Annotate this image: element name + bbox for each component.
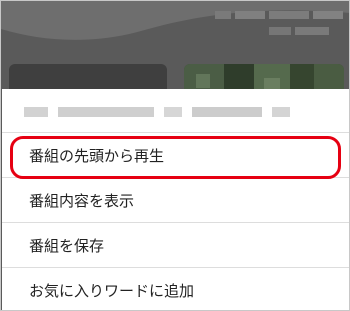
menu-item-label: 番組を保存 bbox=[29, 237, 105, 255]
menu-item-label: 番組の先頭から再生 bbox=[29, 147, 165, 165]
menu-item-play-from-start[interactable]: 番組の先頭から再生 bbox=[2, 133, 349, 178]
blurred-program-title bbox=[24, 107, 290, 117]
menu-item-save-program[interactable]: 番組を保存 bbox=[2, 223, 349, 268]
sheet-header bbox=[2, 89, 349, 133]
action-sheet: 番組の先頭から再生 番組内容を表示 番組を保存 お気に入りワードに追加 bbox=[2, 89, 349, 310]
screen: 番組の先頭から再生 番組内容を表示 番組を保存 お気に入りワードに追加 bbox=[0, 0, 350, 311]
background-blurred-text bbox=[215, 11, 343, 35]
menu-item-add-favorite-word[interactable]: お気に入りワードに追加 bbox=[2, 268, 349, 310]
menu-item-label: 番組内容を表示 bbox=[29, 192, 135, 210]
menu-item-label: お気に入りワードに追加 bbox=[29, 282, 195, 300]
menu-item-show-details[interactable]: 番組内容を表示 bbox=[2, 178, 349, 223]
